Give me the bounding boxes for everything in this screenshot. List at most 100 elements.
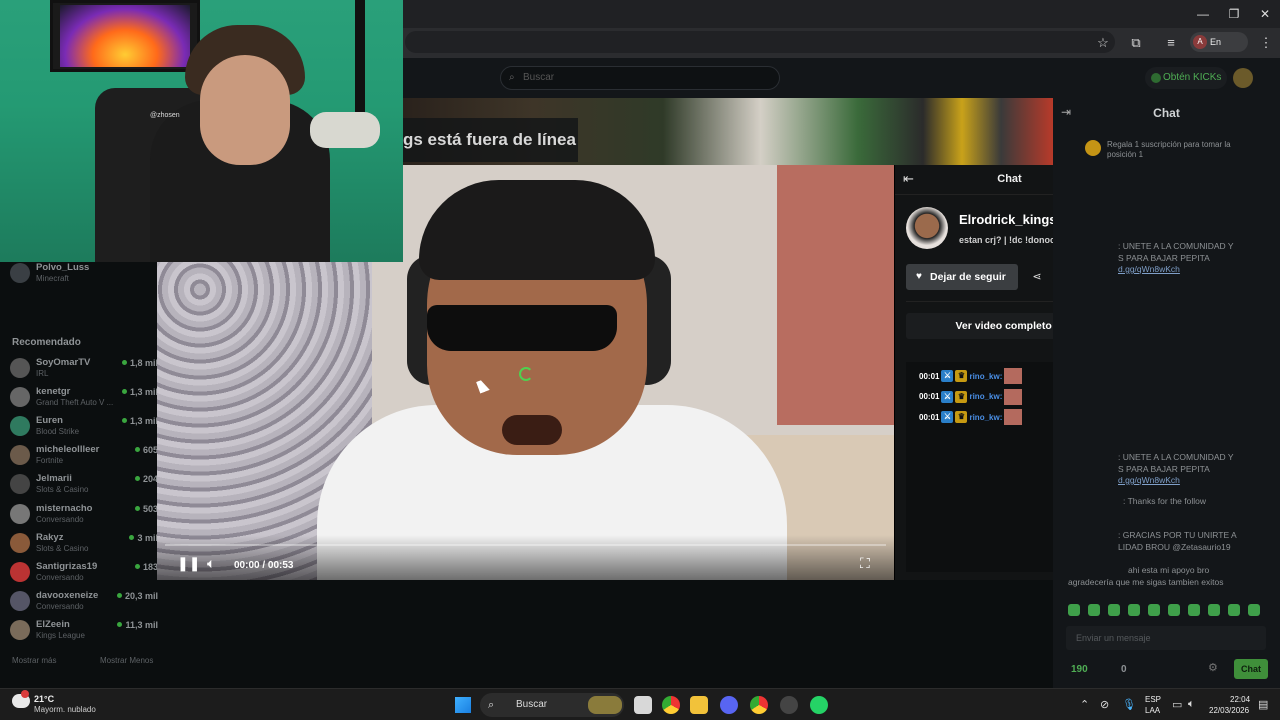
chat-line: LIDAD BROU @Zetasaurio19: [1118, 542, 1231, 552]
volume-icon[interactable]: 🔈︎: [1188, 698, 1195, 711]
close-window-button[interactable]: ✕: [1248, 4, 1280, 24]
chat-line: S PARA BAJAR PEPITA: [1118, 464, 1210, 474]
viewer-count: 20,3 mil: [117, 591, 158, 601]
keyboard-language[interactable]: ESP: [1145, 695, 1161, 704]
unfollow-label: Dejar de seguir: [930, 271, 1006, 283]
recommended-title: Recomendado: [12, 337, 81, 348]
emote-icon[interactable]: [1228, 604, 1240, 616]
notifications-icon[interactable]: ▤: [1258, 698, 1268, 711]
chrome-active-icon[interactable]: [750, 696, 768, 714]
show-less-link[interactable]: Mostrar Menos: [100, 656, 153, 665]
browser-menu-icon[interactable]: ⋮: [1256, 33, 1276, 53]
windows-start-icon[interactable]: [455, 697, 471, 713]
pause-icon[interactable]: ❚❚: [177, 555, 200, 572]
site-chat-panel: ⇥ Chat Regala 1 suscripción para tomar l…: [1053, 98, 1280, 688]
emote-icon[interactable]: [1108, 604, 1120, 616]
site-search-input[interactable]: ⌕ Buscar: [500, 66, 780, 90]
sidebar-item-recommended[interactable]: ElZeein Kings League 11,3 mil: [10, 617, 160, 646]
weather-description[interactable]: Mayorm. nublado: [34, 705, 96, 714]
chat-line: : GRACIAS POR TU UNIRTE A: [1118, 530, 1237, 540]
search-icon: ⌕: [488, 699, 495, 711]
emote-icon[interactable]: [1248, 604, 1260, 616]
discord-icon[interactable]: [720, 696, 738, 714]
chat-line[interactable]: d.gg/qWn8wKch: [1118, 264, 1180, 274]
sidebar-item-recommended[interactable]: SoyOmarTV IRL 1,8 mil: [10, 355, 160, 384]
sidebar-item-recommended[interactable]: Rakyz Slots & Casino 3 mil: [10, 530, 160, 559]
unfollow-button[interactable]: ♥ Dejar de seguir: [906, 264, 1018, 290]
message-username[interactable]: rino_kw:: [969, 392, 1002, 401]
emote-icon[interactable]: [1208, 604, 1220, 616]
chat-message: 00:01 ⚔ ♛ rino_kw:: [919, 388, 1023, 405]
profile-button[interactable]: AEn pausa: [1190, 32, 1248, 67]
gift-sub-banner[interactable]: Regala 1 suscripción para tomar la posic…: [1085, 140, 1255, 160]
video-frame-mouth: [502, 415, 562, 445]
network-off-icon[interactable]: ⊘: [1100, 698, 1109, 711]
chrome-icon[interactable]: [662, 696, 680, 714]
sidebar-item-recommended[interactable]: Euren Blood Strike 1,3 mil: [10, 413, 160, 442]
sidebar-item-followed[interactable]: Polvo_Luss Minecraft: [10, 260, 160, 289]
channel-name: SoyOmarTV: [36, 357, 91, 368]
chat-message: 00:01 ⚔ ♛ rino_kw:: [919, 368, 1023, 384]
volume-icon[interactable]: 🔈︎: [207, 555, 215, 572]
gift-icon: [1085, 140, 1101, 156]
tray-expand-icon[interactable]: ⌃: [1080, 698, 1089, 711]
extensions-icon[interactable]: ⧉: [1126, 33, 1146, 53]
taskbar-date[interactable]: 22/03/2026: [1209, 706, 1249, 715]
chat-line: : Thanks for the follow: [1123, 496, 1206, 506]
emote-icon[interactable]: [1128, 604, 1140, 616]
chat-line: agradecería que me sigas tambien exitos: [1068, 577, 1224, 587]
minimize-button[interactable]: —: [1186, 4, 1220, 24]
sidebar-item-recommended[interactable]: Santigrizas19 Conversando 183: [10, 559, 160, 588]
streamer-avatar[interactable]: [906, 207, 948, 249]
taskbar-time[interactable]: 22:04: [1230, 695, 1250, 704]
streamer-username[interactable]: Elrodrick_kings: [959, 212, 1057, 227]
channel-name: ElZeein: [36, 618, 70, 630]
fullscreen-icon[interactable]: ⛶: [860, 555, 870, 572]
player-progress-bar[interactable]: [165, 544, 886, 546]
keyboard-layout[interactable]: LAA: [1145, 706, 1160, 715]
monitor-icon[interactable]: ▭: [1172, 698, 1182, 711]
avatar: [10, 503, 30, 524]
bookmark-star-icon[interactable]: ☆: [1093, 33, 1113, 53]
get-kicks-button[interactable]: Obtén KICKs: [1145, 67, 1227, 89]
avatar: [10, 387, 30, 408]
file-explorer-icon[interactable]: [690, 696, 708, 714]
emote-icon[interactable]: [1188, 604, 1200, 616]
sidebar-item-recommended[interactable]: micheleollleer Fortnite 605: [10, 442, 160, 471]
weather-icon[interactable]: [12, 690, 30, 708]
crown-badge-icon: ♛: [955, 411, 968, 423]
chat-message-input[interactable]: Enviar un mensaje: [1066, 626, 1266, 650]
emote-icon[interactable]: [1088, 604, 1100, 616]
viewer-count: 204: [135, 474, 158, 484]
weather-temperature[interactable]: 21°C: [34, 694, 54, 704]
taskbar-search[interactable]: ⌕ Buscar: [480, 693, 624, 717]
avatar: [10, 416, 30, 437]
channel-points[interactable]: 190: [1071, 664, 1088, 675]
app-icon[interactable]: [780, 696, 798, 714]
sidebar-item-recommended[interactable]: misternacho Conversando 503: [10, 501, 160, 530]
sidebar-item-recommended[interactable]: davooxeneize Conversando 20,3 mil: [10, 588, 160, 617]
emote-icon[interactable]: [1068, 604, 1080, 616]
emote-icon[interactable]: [1148, 604, 1160, 616]
message-username[interactable]: rino_kw:: [969, 413, 1002, 422]
address-bar[interactable]: [405, 31, 1115, 53]
emote-icon[interactable]: [1168, 604, 1180, 616]
chat-settings-icon[interactable]: ⚙: [1208, 661, 1218, 674]
chat-line[interactable]: d.gg/qWn8wKch: [1118, 475, 1180, 485]
search-placeholder: Buscar: [523, 72, 555, 83]
viewer-count: 1,3 mil: [122, 416, 158, 426]
show-more-link[interactable]: Mostrar más: [12, 656, 56, 665]
message-username[interactable]: rino_kw:: [969, 372, 1002, 381]
sidebar-item-recommended[interactable]: Jelmarii Slots & Casino 204: [10, 471, 160, 500]
media-control-icon[interactable]: ≡: [1161, 33, 1181, 53]
user-avatar[interactable]: [1233, 68, 1253, 88]
send-chat-button[interactable]: Chat: [1234, 659, 1268, 679]
sidebar-item-recommended[interactable]: kenetgr Grand Theft Auto V ... 1,3 mil: [10, 384, 160, 413]
sub-count[interactable]: 0: [1121, 664, 1127, 675]
maximize-button[interactable]: ❐: [1217, 4, 1251, 24]
share-icon[interactable]: ⋖: [1024, 264, 1050, 290]
task-view-icon[interactable]: [634, 696, 652, 714]
microphone-icon[interactable]: 🎙︎: [1122, 698, 1136, 711]
whatsapp-icon[interactable]: [810, 696, 828, 714]
channel-category: Conversando: [36, 514, 84, 524]
